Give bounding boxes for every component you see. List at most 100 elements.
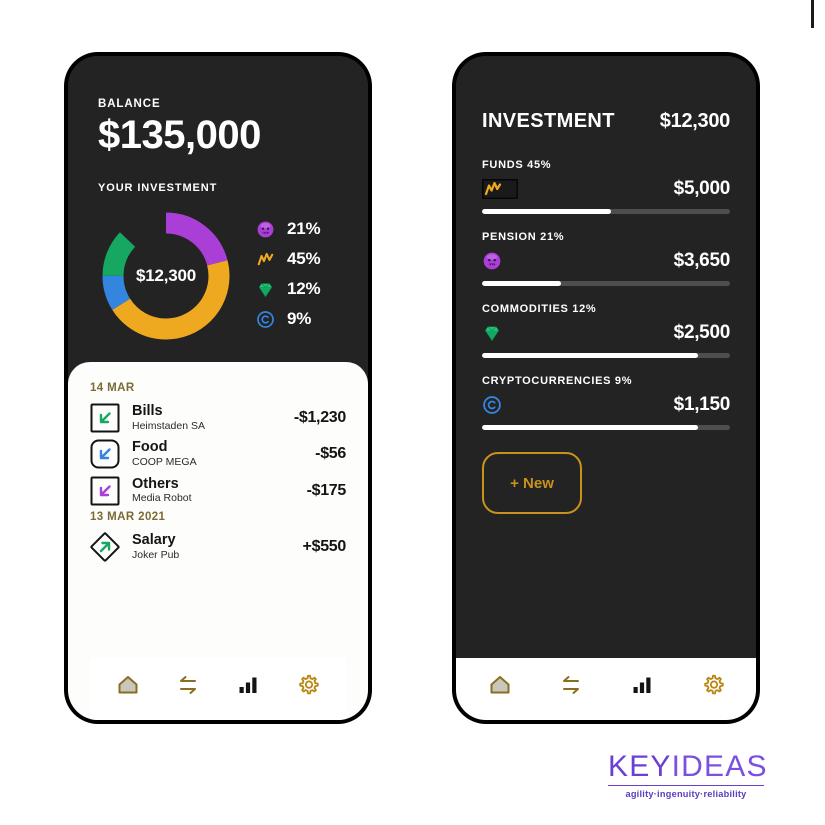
transaction-text: Food COOP MEGA — [132, 439, 303, 469]
investment-block-row: $3,650 — [482, 250, 730, 272]
nav-item-transfer[interactable] — [173, 670, 203, 700]
donut-center-amount: $12,300 — [135, 266, 197, 285]
investment-block-row: $5,000 — [482, 178, 730, 200]
investment-block-crypto[interactable]: CRYPTOCURRENCIES 9% $1,150 — [482, 375, 730, 430]
transaction-row-salary[interactable]: Salary Joker Pub +$550 — [90, 529, 346, 565]
transfer-icon — [562, 676, 579, 694]
transaction-amount: -$175 — [306, 481, 347, 499]
investment-block-label: CRYPTOCURRENCIES 9% — [482, 375, 633, 387]
transaction-text: Bills Heimstaden SA — [132, 403, 282, 433]
legend-crypto-pct: 9% — [287, 309, 312, 328]
transactions-card: 14 MAR Bills Heimstaden SA -$1,230 Food … — [68, 362, 368, 720]
legend-item-crypto[interactable]: 9% — [256, 309, 320, 329]
transaction-row-bills[interactable]: Bills Heimstaden SA -$1,230 — [90, 400, 346, 436]
investment-block-commodities[interactable]: COMMODITIES 12% $2,500 — [482, 303, 730, 358]
phone-left-screen: BALANCE $135,000 YOUR INVESTMENT $12,300… — [68, 56, 368, 720]
pension-face-icon — [257, 221, 274, 237]
donut-chart[interactable]: $12,300 — [98, 208, 234, 344]
home-icon — [490, 676, 509, 694]
investment-block-funds[interactable]: FUNDS 45% $5,000 — [482, 159, 730, 214]
progress-track[interactable] — [482, 209, 730, 214]
transfer-icon — [180, 676, 196, 694]
brand-logo: KEYIDEAS agility·ingenuity·reliability — [608, 750, 766, 799]
nav-item-settings[interactable] — [698, 670, 728, 700]
brand-name-key: KEY — [608, 750, 672, 783]
legend-funds-pct: 45% — [287, 249, 321, 268]
balance-label: BALANCE — [98, 98, 161, 110]
transaction-amount: +$550 — [302, 538, 347, 556]
transaction-subtitle: COOP MEGA — [132, 455, 197, 468]
investment-total-amount: $12,300 — [659, 110, 731, 132]
add-new-button[interactable]: + New — [482, 452, 582, 514]
transaction-subtitle: Joker Pub — [132, 548, 180, 561]
funds-zigzag-icon — [257, 252, 274, 265]
crypto-coin-icon — [483, 396, 501, 414]
phone-left: BALANCE $135,000 YOUR INVESTMENT $12,300… — [64, 52, 372, 724]
transaction-title: Others — [132, 475, 179, 492]
investment-panel: INVESTMENT $12,300 FUNDS 45% $5,000 PENS… — [456, 56, 756, 658]
transaction-date-group-1: 14 MAR — [90, 382, 135, 394]
nav-item-stats[interactable] — [233, 670, 263, 700]
investment-header: INVESTMENT $12,300 — [482, 110, 730, 133]
investment-block-pension[interactable]: PENSION 21% $3,650 — [482, 231, 730, 286]
transaction-title: Salary — [132, 531, 176, 548]
funds-zigzag-icon — [482, 179, 518, 199]
bar-chart-icon — [239, 677, 257, 693]
transaction-row-food[interactable]: Food COOP MEGA -$56 — [90, 436, 346, 472]
bottom-nav-right — [456, 658, 756, 720]
progress-track[interactable] — [482, 281, 730, 286]
investment-donut-section: $12,300 21% 45% 12% 9% — [98, 208, 338, 362]
donut-legend: 21% 45% 12% 9% — [256, 219, 321, 333]
progress-track[interactable] — [482, 425, 730, 430]
progress-fill — [482, 425, 698, 430]
brand-name: KEYIDEAS — [608, 750, 766, 783]
investment-block-label: PENSION 21% — [482, 231, 565, 243]
arrow-down-left-icon — [90, 439, 120, 469]
transaction-title: Bills — [132, 403, 163, 419]
investment-block-amount: $5,000 — [673, 178, 731, 199]
progress-fill — [482, 281, 562, 286]
transaction-amount: -$56 — [315, 445, 346, 463]
transaction-title: Food — [132, 439, 168, 456]
transaction-subtitle: Media Robot — [132, 492, 192, 505]
transaction-amount: -$1,230 — [293, 409, 346, 427]
brand-divider — [608, 785, 764, 786]
progress-fill — [482, 353, 698, 358]
nav-item-settings[interactable] — [293, 670, 323, 700]
transaction-text: Others Media Robot — [132, 476, 295, 506]
legend-item-pension[interactable]: 21% — [256, 219, 321, 239]
arrow-down-left-icon — [90, 476, 120, 506]
brand-name-ideas: IDEAS — [671, 750, 768, 783]
nav-item-transfer[interactable] — [556, 670, 586, 700]
transaction-subtitle: Heimstaden SA — [132, 419, 205, 432]
pension-face-icon — [483, 252, 501, 270]
bar-chart-icon — [633, 677, 650, 693]
brand-tagline: agility·ingenuity·reliability — [625, 789, 747, 799]
corner-tick-mark — [811, 0, 814, 28]
investment-block-amount: $2,500 — [673, 322, 731, 343]
legend-item-funds[interactable]: 45% — [256, 249, 321, 269]
investment-block-row: $1,150 — [482, 394, 730, 416]
transaction-text: Salary Joker Pub — [132, 532, 291, 562]
legend-commodities-pct: 12% — [287, 279, 321, 298]
investment-block-label: COMMODITIES 12% — [482, 303, 597, 315]
investment-block-amount: $3,650 — [673, 250, 731, 271]
progress-fill — [482, 209, 611, 214]
arrow-up-right-icon — [90, 532, 120, 562]
arrow-down-left-icon — [90, 403, 120, 433]
progress-track[interactable] — [482, 353, 730, 358]
nav-item-home[interactable] — [485, 670, 515, 700]
nav-item-stats[interactable] — [627, 670, 657, 700]
crypto-coin-icon — [257, 310, 274, 328]
home-icon — [118, 676, 138, 694]
transaction-row-others[interactable]: Others Media Robot -$175 — [90, 473, 346, 509]
commodities-gem-icon — [485, 326, 499, 342]
investment-block-row: $2,500 — [482, 322, 730, 344]
bottom-nav-left — [90, 658, 346, 720]
phone-right-screen: INVESTMENT $12,300 FUNDS 45% $5,000 PENS… — [456, 56, 756, 720]
legend-item-commodities[interactable]: 12% — [256, 279, 321, 299]
your-investment-label: YOUR INVESTMENT — [98, 182, 218, 194]
legend-pension-pct: 21% — [287, 219, 321, 238]
nav-item-home[interactable] — [113, 670, 143, 700]
gear-icon — [703, 674, 724, 695]
